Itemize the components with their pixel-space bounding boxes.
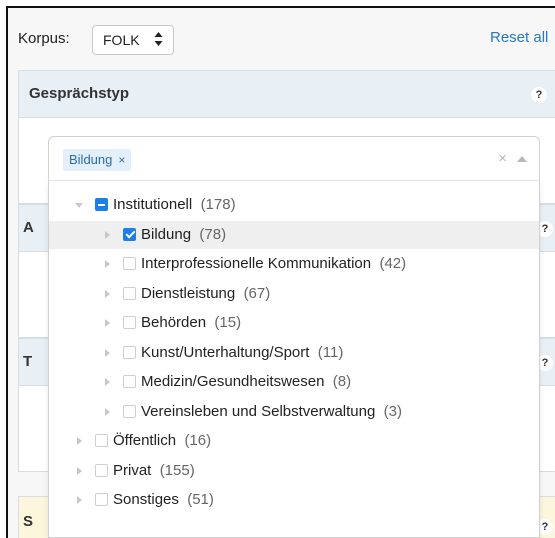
tree-item-count: (42) — [379, 255, 407, 272]
tree-item-count: (11) — [317, 343, 344, 361]
expand-arrow-icon[interactable] — [105, 289, 110, 298]
tree-item-count: (67) — [243, 284, 271, 302]
tree-checkbox[interactable] — [123, 404, 136, 418]
panel-title: T — [23, 353, 33, 370]
clear-selection-icon[interactable]: × — [498, 150, 507, 167]
tree-item-name: Interprofessionelle Kommunikation — [141, 255, 372, 272]
tree-item[interactable]: Kunst/Unterhaltung/Sport (11) — [49, 339, 539, 367]
tree-checkbox[interactable] — [123, 375, 136, 388]
dropdown-collapse-icon[interactable] — [517, 156, 527, 162]
panel-title: A — [23, 219, 34, 236]
tree-item-label: Interprofessionelle Kommunikation (42) — [141, 250, 406, 278]
filter-sidebar: Korpus: FOLK Reset all Gesprächstyp ? A … — [6, 6, 555, 538]
expand-arrow-icon[interactable] — [77, 496, 82, 504]
tree-item-name: Bildung — [141, 225, 192, 243]
expand-arrow-icon[interactable] — [105, 230, 110, 239]
tree-item[interactable]: Behörden (15) — [49, 309, 539, 337]
selected-tag-label: Bildung — [69, 152, 113, 167]
tree-item-name: Kunst/Unterhaltung/Sport — [141, 343, 310, 361]
tree-checkbox[interactable] — [123, 227, 136, 241]
category-tree-dropdown: Institutionell (178) Bildung (78) Interpro… — [48, 180, 540, 538]
expand-arrow-icon[interactable] — [105, 260, 110, 268]
tree-item[interactable]: Vereinsleben und Selbstverwaltung (3) — [49, 398, 539, 426]
tree-item[interactable]: Institutionell (178) — [49, 191, 539, 219]
tree-item[interactable]: Interprofessionelle Kommunikation (42) — [49, 250, 539, 278]
tree-checkbox[interactable] — [95, 434, 108, 447]
selected-tag: Bildung × — [63, 149, 132, 171]
tree-item-label: Medizin/Gesundheitswesen (8) — [141, 368, 351, 396]
tree-item[interactable]: Medizin/Gesundheitswesen (8) — [49, 368, 539, 396]
tree-item-name: Medizin/Gesundheitswesen — [141, 373, 325, 390]
expand-arrow-icon[interactable] — [105, 378, 110, 386]
tree-checkbox[interactable] — [95, 463, 108, 477]
tree-item-label: Vereinsleben und Selbstverwaltung (3) — [141, 398, 402, 426]
tree-item-label: Dienstleistung (67) — [141, 280, 270, 308]
corpus-toolbar: Korpus: FOLK Reset all — [8, 8, 555, 66]
tree-item[interactable]: Bildung (78) — [49, 220, 539, 249]
tree-item-name: Privat — [113, 461, 152, 479]
tree-item[interactable]: Öffentlich (16) — [49, 427, 539, 455]
expand-arrow-icon[interactable] — [77, 437, 82, 445]
tree-checkbox[interactable] — [95, 198, 108, 211]
tree-item-label: Kunst/Unterhaltung/Sport (11) — [141, 339, 343, 367]
tree-item-name: Sonstiges — [113, 491, 179, 508]
expand-arrow-icon[interactable] — [77, 466, 82, 475]
gespraechstyp-panel-header[interactable]: Gesprächstyp ? — [19, 71, 555, 118]
tree-item-label: Öffentlich (16) — [113, 427, 211, 455]
tree-item-label: Institutionell (178) — [113, 191, 236, 219]
tree-item-label: Sonstiges (51) — [113, 486, 214, 514]
korpus-select[interactable]: FOLK — [92, 25, 174, 55]
tree-item-name: Vereinsleben und Selbstverwaltung — [141, 402, 376, 420]
tree-item-label: Bildung (78) — [141, 221, 226, 249]
tree-checkbox[interactable] — [123, 316, 136, 329]
tree-item[interactable]: Sonstiges (51) — [49, 486, 539, 514]
tag-remove-icon[interactable]: × — [118, 153, 125, 167]
collapse-arrow-icon[interactable] — [75, 203, 83, 208]
help-icon[interactable]: ? — [531, 87, 547, 103]
tree-checkbox[interactable] — [123, 345, 136, 359]
tree-checkbox[interactable] — [95, 493, 108, 506]
reset-all-link[interactable]: Reset all — [490, 29, 548, 46]
tree-item-name: Dienstleistung — [141, 284, 236, 302]
korpus-label: Korpus: — [18, 30, 70, 47]
tree-item-name: Institutionell — [113, 196, 193, 213]
tree-checkbox[interactable] — [123, 286, 136, 300]
panel-title: Gesprächstyp — [29, 85, 130, 102]
expand-arrow-icon[interactable] — [105, 348, 110, 357]
tree-item-name: Behörden — [141, 314, 207, 331]
korpus-select-value: FOLK — [103, 32, 140, 48]
gespraechstyp-select[interactable]: Bildung × × — [48, 136, 540, 180]
expand-arrow-icon[interactable] — [105, 319, 110, 327]
tree-item-count: (3) — [383, 402, 403, 420]
tree-item-count: (8) — [332, 373, 352, 390]
tree-item-label: Behörden (15) — [141, 309, 241, 337]
tree-item-count: (15) — [214, 314, 242, 331]
tree-item-count: (16) — [184, 432, 212, 449]
tree-item-label: Privat (155) — [113, 457, 195, 485]
tree-item[interactable]: Dienstleistung (67) — [49, 280, 539, 308]
tree-item-count: (51) — [187, 491, 214, 508]
tree-item-name: Öffentlich — [113, 432, 177, 449]
tree-item-count: (78) — [199, 225, 227, 243]
tree-item-count: (155) — [159, 461, 195, 479]
tree-item-count: (178) — [200, 196, 236, 213]
select-arrows-icon — [154, 31, 163, 52]
tree-item[interactable]: Privat (155) — [49, 457, 539, 485]
expand-arrow-icon[interactable] — [105, 407, 110, 416]
tree-checkbox[interactable] — [123, 257, 136, 270]
